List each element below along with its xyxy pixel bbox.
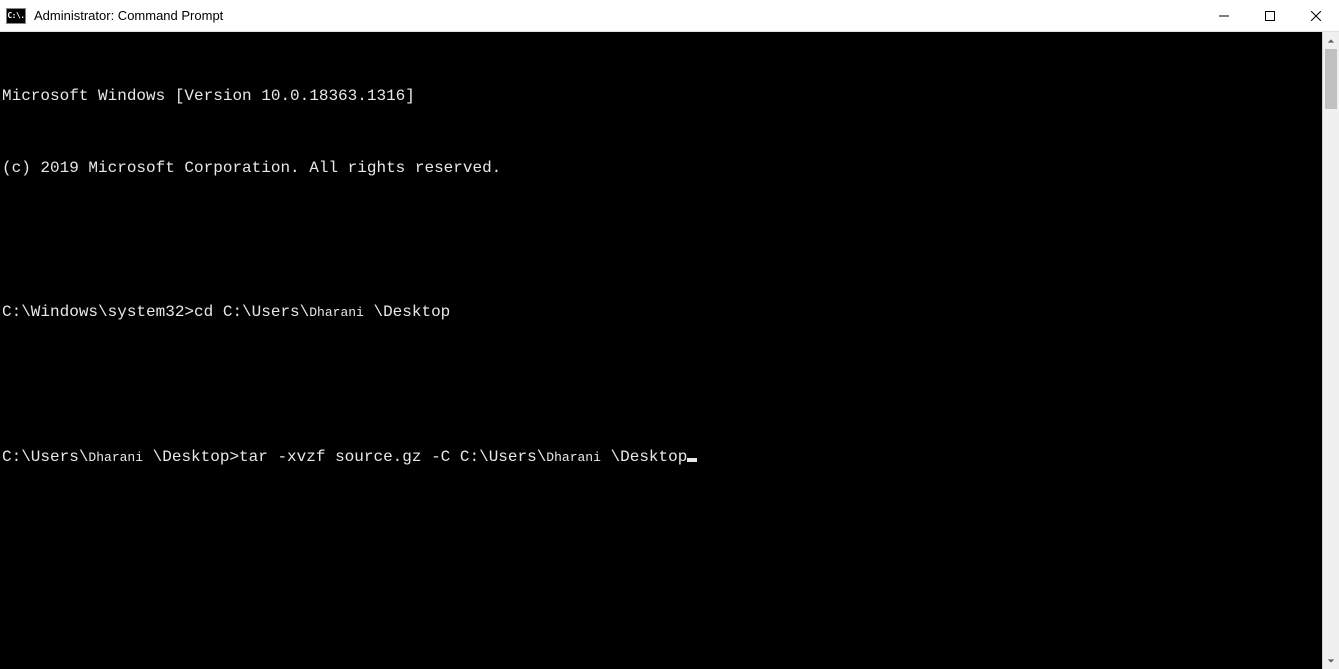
window-title: Administrator: Command Prompt [34, 8, 1201, 23]
scroll-track[interactable] [1323, 49, 1339, 652]
chevron-down-icon [1327, 657, 1335, 665]
terminal-container: Microsoft Windows [Version 10.0.18363.13… [0, 32, 1339, 669]
blank-line [2, 228, 1322, 252]
terminal-output[interactable]: Microsoft Windows [Version 10.0.18363.13… [0, 32, 1322, 669]
username: Dharani [309, 305, 364, 320]
cursor [687, 458, 697, 462]
username: Dharani [88, 450, 143, 465]
command-part: \Desktop>tar -xvzf source.gz -C C:\Users… [143, 448, 546, 466]
scroll-down-button[interactable] [1323, 652, 1339, 669]
minimize-button[interactable] [1201, 0, 1247, 31]
maximize-button[interactable] [1247, 0, 1293, 31]
username: Dharani [546, 450, 601, 465]
maximize-icon [1265, 11, 1275, 21]
version-line: Microsoft Windows [Version 10.0.18363.13… [2, 84, 1322, 108]
blank-line [2, 373, 1322, 397]
command-line-1: C:\Windows\system32>cd C:\Users\Dharani … [2, 300, 1322, 325]
cmd-icon: C:\. [6, 8, 26, 24]
prompt-part: C:\Users\ [2, 448, 88, 466]
copyright-line: (c) 2019 Microsoft Corporation. All righ… [2, 156, 1322, 180]
titlebar: C:\. Administrator: Command Prompt [0, 0, 1339, 32]
path-part: \Desktop [364, 303, 450, 321]
minimize-icon [1219, 11, 1229, 21]
close-icon [1311, 11, 1321, 21]
vertical-scrollbar[interactable] [1322, 32, 1339, 669]
close-button[interactable] [1293, 0, 1339, 31]
command-line-2: C:\Users\Dharani \Desktop>tar -xvzf sour… [2, 445, 1322, 470]
scroll-thumb[interactable] [1325, 49, 1337, 109]
chevron-up-icon [1327, 37, 1335, 45]
scroll-up-button[interactable] [1323, 32, 1339, 49]
prompt-part: C:\Windows\system32>cd C:\Users\ [2, 303, 309, 321]
window-controls [1201, 0, 1339, 31]
path-part: \Desktop [601, 448, 687, 466]
